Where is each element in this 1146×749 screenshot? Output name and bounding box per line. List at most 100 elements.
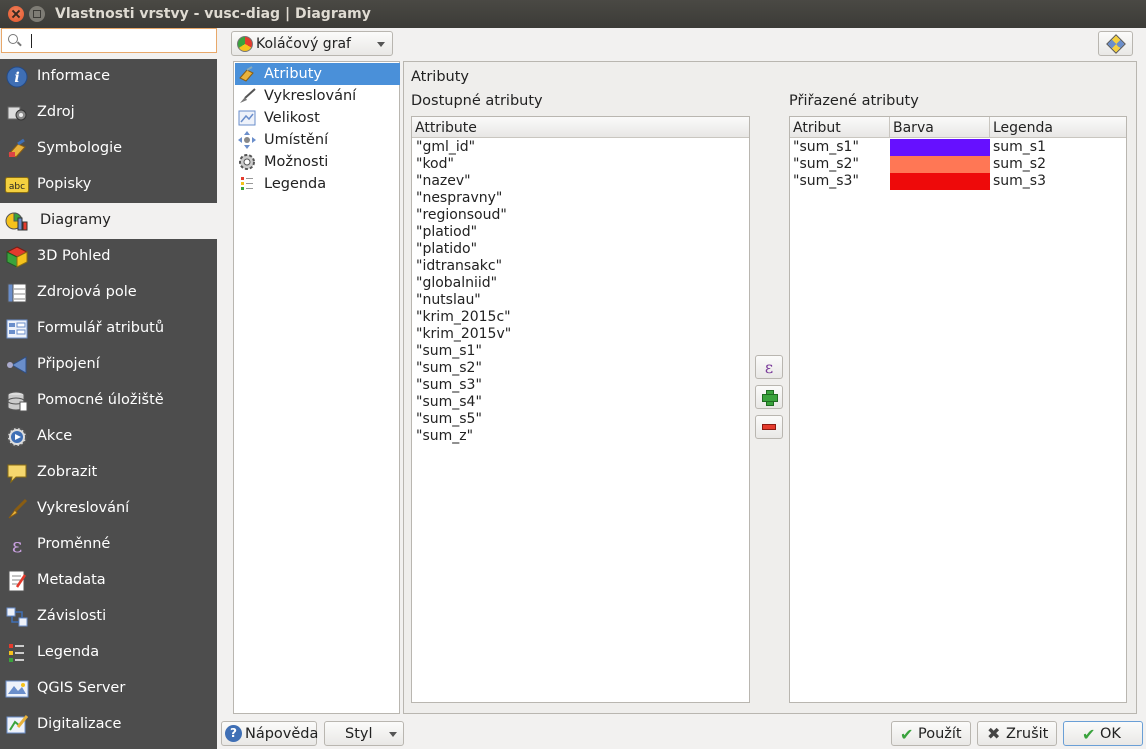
section-label: Vykreslování <box>264 88 357 104</box>
list-item[interactable]: "sum_s4" <box>416 394 482 411</box>
sidebar-item-label: Akce <box>37 428 73 444</box>
expression-icon: ε <box>764 357 774 377</box>
symbology-icon <box>5 138 29 160</box>
display-icon <box>5 462 29 484</box>
cancel-button[interactable]: ✖ Zrušit <box>977 721 1057 746</box>
options-icon <box>238 154 256 170</box>
column-header-attribute[interactable]: Attribute <box>412 117 749 138</box>
remove-attribute-button[interactable] <box>755 415 783 439</box>
cancel-label: Zrušit <box>1006 726 1049 742</box>
add-attribute-button[interactable] <box>755 385 783 409</box>
list-item[interactable]: "gml_id" <box>416 139 475 156</box>
auxiliary-storage-icon <box>5 390 29 412</box>
sidebar-item-vykreslovani[interactable]: Vykreslování <box>0 491 217 527</box>
sidebar-item-label: Formulář atributů <box>37 320 165 336</box>
list-item[interactable]: "krim_2015v" <box>416 326 511 343</box>
sidebar-item-zdroj[interactable]: Zdroj <box>0 95 217 131</box>
column-header-barva[interactable]: Barva <box>890 117 990 138</box>
section-umisteni[interactable]: Umístění <box>235 129 400 151</box>
sidebar-item-label: Zdroj <box>37 104 75 120</box>
sidebar-item-metadata[interactable]: Metadata <box>0 563 217 599</box>
sidebar-item-promenne[interactable]: ε Proměnné <box>0 527 217 563</box>
sidebar-item-symbologie[interactable]: Symbologie <box>0 131 217 167</box>
sidebar-item-label: Závislosti <box>37 608 107 624</box>
sidebar-item-label: Proměnné <box>37 536 111 552</box>
cell-legend[interactable]: sum_s3 <box>993 173 1046 189</box>
sidebar-item-qgis-server[interactable]: QGIS Server <box>0 671 217 707</box>
sidebar-item-zavislosti[interactable]: Závislosti <box>0 599 217 635</box>
list-item[interactable]: "platiod" <box>416 224 477 241</box>
qgis-server-icon <box>5 678 29 700</box>
sidebar-item-digitalizace[interactable]: Digitalizace <box>0 707 217 743</box>
column-header-atribut[interactable]: Atribut <box>790 117 890 138</box>
sidebar-search-input[interactable] <box>1 28 217 53</box>
cell-attribute: "sum_s3" <box>793 173 859 189</box>
minus-icon <box>762 424 776 430</box>
section-velikost[interactable]: Velikost <box>235 107 400 129</box>
sidebar-item-popisky[interactable]: abc Popisky <box>0 167 217 203</box>
color-swatch[interactable] <box>890 173 990 190</box>
rendering-icon <box>5 498 29 520</box>
list-item[interactable]: "krim_2015c" <box>416 309 511 326</box>
diagram-icon <box>5 210 29 232</box>
available-attributes-list[interactable]: Attribute "gml_id" "kod" "nazev" "nespra… <box>411 116 750 703</box>
placement-icon <box>238 131 256 149</box>
list-item[interactable]: "kod" <box>416 156 454 173</box>
section-legenda[interactable]: Legenda <box>235 173 400 195</box>
sidebar-item-informace[interactable]: i Informace <box>0 59 217 95</box>
cell-legend[interactable]: sum_s2 <box>993 156 1046 172</box>
section-label: Velikost <box>264 110 320 126</box>
sidebar-item-legenda[interactable]: Legenda <box>0 635 217 671</box>
join-icon <box>5 354 29 376</box>
color-swatch[interactable] <box>890 156 990 173</box>
svg-text:i: i <box>14 70 19 86</box>
expression-button[interactable]: ε <box>755 355 783 379</box>
apply-button[interactable]: ✔ Použít <box>891 721 971 746</box>
available-attributes-label: Dostupné atributy <box>411 93 543 109</box>
cell-legend[interactable]: sum_s1 <box>993 139 1046 155</box>
list-item[interactable]: "nespravny" <box>416 190 502 207</box>
list-item[interactable]: "sum_s5" <box>416 411 482 428</box>
cell-attribute: "sum_s2" <box>793 156 859 172</box>
sidebar-item-akce[interactable]: Akce <box>0 419 217 455</box>
sidebar-item-pripojeni[interactable]: Připojení <box>0 347 217 383</box>
ok-button[interactable]: ✔ OK <box>1063 721 1143 746</box>
help-label: Nápověda <box>245 726 319 742</box>
assigned-attributes-table[interactable]: Atribut Barva Legenda "sum_s1" sum_s1 "s… <box>789 116 1127 703</box>
style-manager-button[interactable] <box>1098 31 1133 56</box>
section-vykreslovani[interactable]: Vykreslování <box>235 85 400 107</box>
help-button[interactable]: ? Nápověda <box>221 721 319 746</box>
list-item[interactable]: "globalniid" <box>416 275 497 292</box>
style-label: Styl <box>345 726 373 742</box>
sidebar-item-zdrojova-pole[interactable]: Zdrojová pole <box>0 275 217 311</box>
sidebar-item-3d-pohled[interactable]: 3D Pohled <box>0 239 217 275</box>
diagram-type-dropdown[interactable]: Koláčový graf <box>231 31 393 56</box>
list-item[interactable]: "nazev" <box>416 173 471 190</box>
list-item[interactable]: "sum_s3" <box>416 377 482 394</box>
section-atributy[interactable]: Atributy <box>235 63 400 85</box>
list-item[interactable]: "sum_s2" <box>416 360 482 377</box>
sidebar-item-zobrazit[interactable]: Zobrazit <box>0 455 217 491</box>
list-item[interactable]: "idtransakc" <box>416 258 502 275</box>
list-item[interactable]: "sum_s1" <box>416 343 482 360</box>
list-item[interactable]: "platido" <box>416 241 477 258</box>
window-title: Vlastnosti vrstvy - vusc-diag | Diagramy <box>55 6 371 22</box>
sidebar-item-diagramy[interactable]: Diagramy <box>0 203 217 239</box>
plus-icon <box>762 390 778 406</box>
column-header-legenda[interactable]: Legenda <box>990 117 1126 138</box>
sidebar-item-pomocne-uloziste[interactable]: Pomocné úložiště <box>0 383 217 419</box>
attributes-icon <box>238 66 256 82</box>
maximize-window-icon[interactable] <box>29 6 45 22</box>
section-moznosti[interactable]: Možnosti <box>235 151 400 173</box>
style-dropdown-button[interactable]: Styl <box>324 721 404 746</box>
attributes-panel: Atributy Dostupné atributy Přiřazené atr… <box>403 61 1137 714</box>
dependencies-icon <box>5 606 29 628</box>
close-window-icon[interactable] <box>8 6 24 22</box>
color-swatch[interactable] <box>890 139 990 156</box>
list-item[interactable]: "sum_z" <box>416 428 473 445</box>
sidebar-item-formular-atributu[interactable]: Formulář atributů <box>0 311 217 347</box>
list-item[interactable]: "nutslau" <box>416 292 481 309</box>
diagram-type-value: Koláčový graf <box>256 36 351 52</box>
sidebar-item-label: Diagramy <box>40 212 111 228</box>
list-item[interactable]: "regionsoud" <box>416 207 507 224</box>
